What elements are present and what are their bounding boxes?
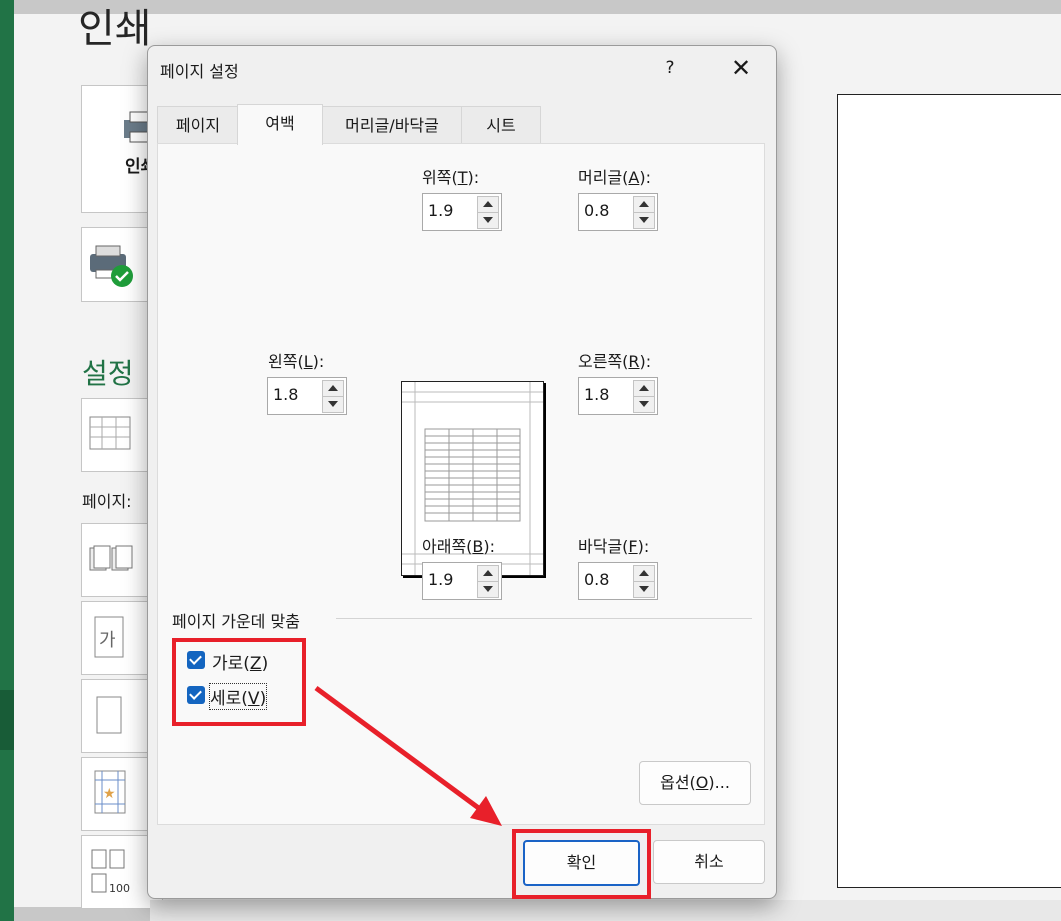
sheet-grid-icon [89,416,131,450]
header-margin-value[interactable]: 0.8 [584,201,609,220]
group-divider [336,618,752,619]
bottom-margin-spinner[interactable]: 1.9 [422,562,502,600]
footer-margin-label: 바닥글(F): [578,537,650,556]
options-button[interactable]: 옵션(O)... [639,761,751,805]
spin-up-icon[interactable] [633,565,655,582]
header-margin-label: 머리글(A): [578,168,652,187]
highlight-box-checkboxes [172,638,306,726]
spin-down-icon[interactable] [633,581,655,598]
bottom-margin-label: 아래쪽(B): [422,537,496,556]
backstage-green-edge [0,0,14,921]
svg-text:★: ★ [103,786,116,802]
collated-pages-icon [89,545,133,571]
top-margin-label: 위쪽(T): [422,168,480,187]
svg-text:100: 100 [109,882,130,895]
header-margin-spinner[interactable]: 0.8 [578,193,658,231]
right-margin-label: 오른쪽(R): [578,352,652,371]
right-margin-spinner[interactable]: 1.8 [578,377,658,415]
blank-page-icon [96,696,122,734]
spin-up-icon[interactable] [322,380,344,397]
spin-down-icon[interactable] [633,396,655,413]
cancel-button[interactable]: 취소 [653,840,765,884]
center-on-page-label: 페이지 가운데 맞춤 [172,612,300,631]
spin-up-icon[interactable] [633,196,655,213]
text-page-icon: 가 [94,616,124,658]
settings-heading: 설정 [82,357,134,390]
spin-up-icon[interactable] [477,565,499,582]
spin-down-icon[interactable] [477,581,499,598]
tab-page[interactable]: 페이지 [157,106,239,143]
footer-margin-spinner[interactable]: 0.8 [578,562,658,600]
svg-text:가: 가 [99,630,116,651]
margins-star-icon: ★ [94,770,126,814]
spin-up-icon[interactable] [633,380,655,397]
left-margin-value[interactable]: 1.8 [273,385,298,404]
page-setup-dialog: 페이지 설정 ? ✕ 페이지 여백 머리글/바닥글 시트 위쪽(T): 1.9 … [147,45,777,899]
right-margin-value[interactable]: 1.8 [584,385,609,404]
left-margin-label: 왼쪽(L): [268,352,325,371]
close-button[interactable]: ✕ [726,54,756,82]
footer-margin-value[interactable]: 0.8 [584,570,609,589]
backstage-green-selected [0,690,14,750]
preview-navigation-bar [150,900,1061,921]
help-button[interactable]: ? [656,54,684,82]
tab-sheet[interactable]: 시트 [461,106,541,143]
spin-up-icon[interactable] [477,196,499,213]
tab-margins[interactable]: 여백 [237,104,323,145]
left-margin-spinner[interactable]: 1.8 [267,377,347,415]
scaling-pages-icon: 100 [91,849,130,895]
spin-down-icon[interactable] [477,212,499,229]
tab-header-footer[interactable]: 머리글/바닥글 [321,106,463,143]
print-preview-page [837,94,1061,888]
highlight-box-ok [512,829,651,899]
pages-label: 페이지: [82,492,132,511]
printer-ready-icon [90,245,133,287]
dialog-title: 페이지 설정 [160,62,239,81]
top-margin-value[interactable]: 1.9 [428,201,453,220]
spin-down-icon[interactable] [633,212,655,229]
top-margin-spinner[interactable]: 1.9 [422,193,502,231]
spin-down-icon[interactable] [322,396,344,413]
bottom-margin-value[interactable]: 1.9 [428,570,453,589]
backstage-title: 인쇄 [78,6,152,52]
